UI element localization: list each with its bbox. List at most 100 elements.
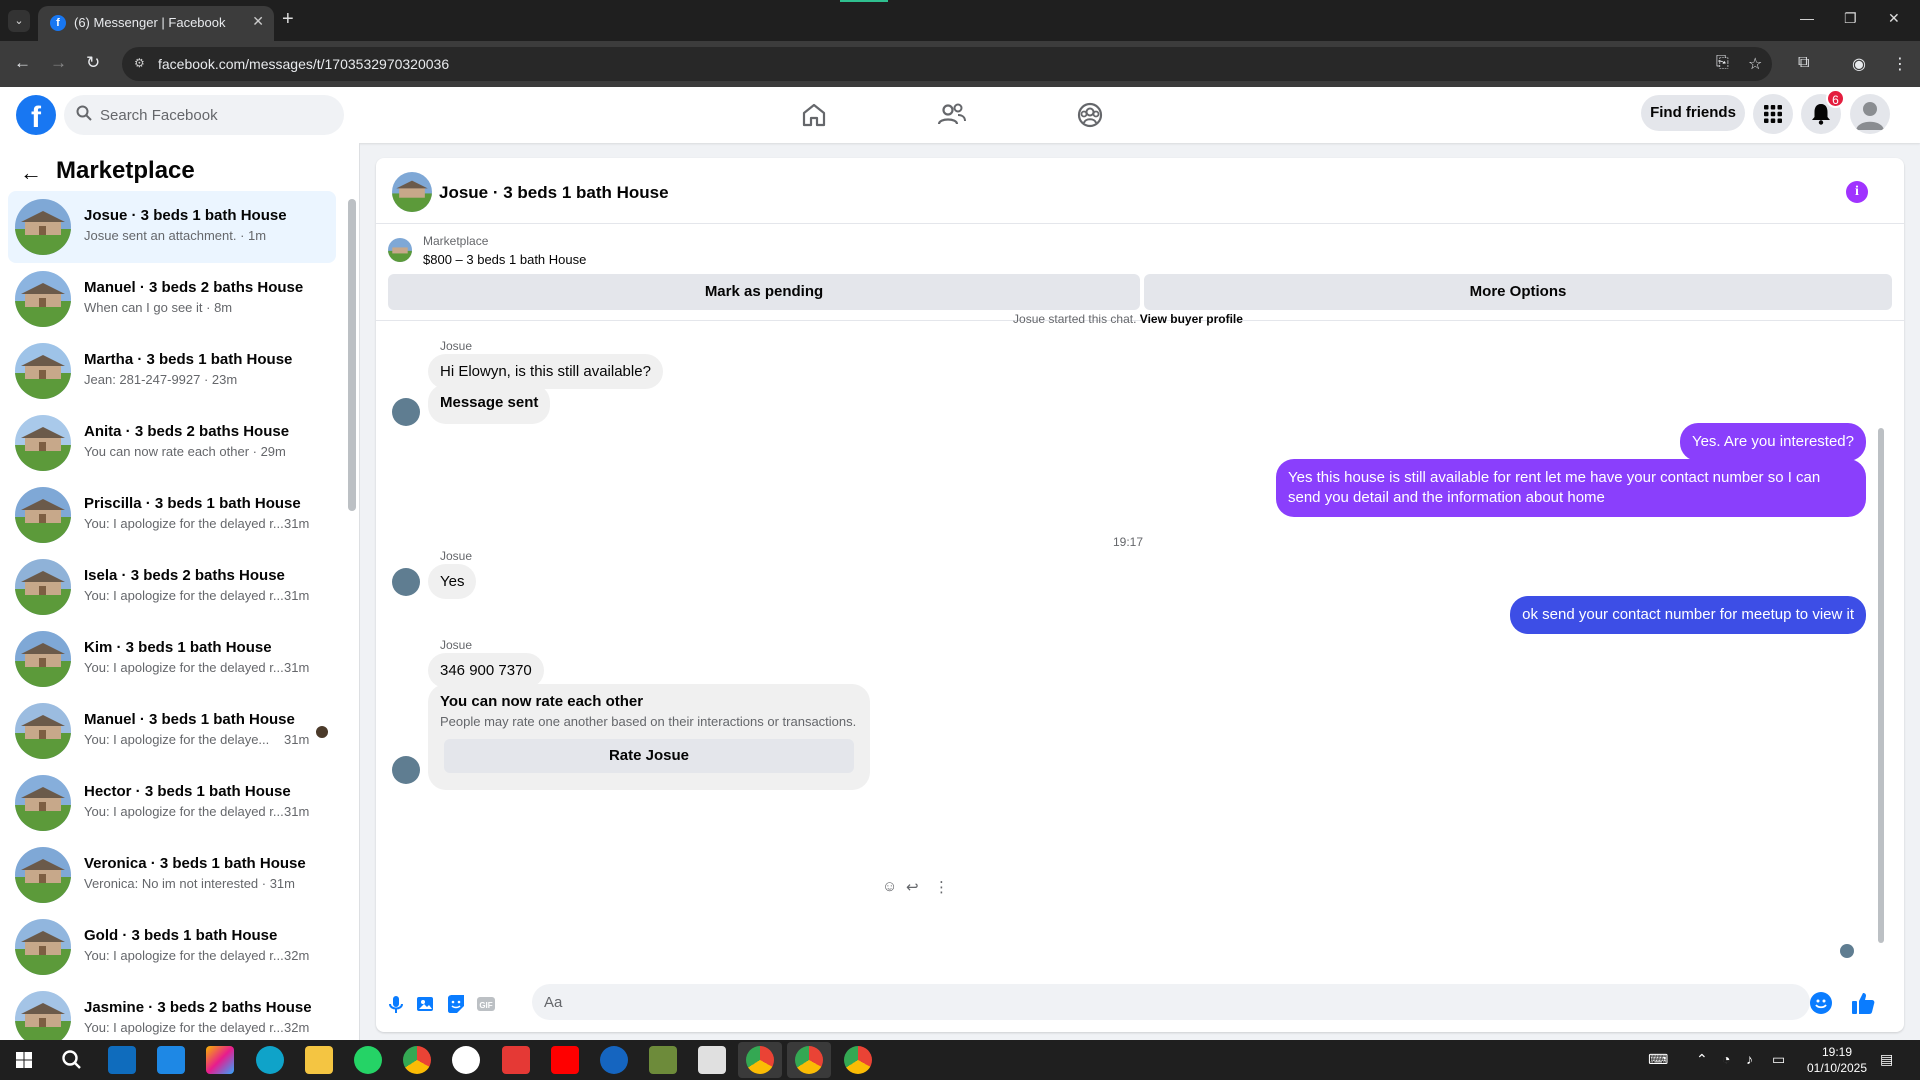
- outgoing-message[interactable]: Yes. Are you interested?: [1679, 423, 1866, 461]
- search-input[interactable]: [100, 95, 330, 135]
- outgoing-message[interactable]: ok send your contact number for meetup t…: [1510, 596, 1866, 634]
- chrome-profile-icon[interactable]: [746, 1046, 774, 1074]
- microsoft-store-icon[interactable]: [157, 1046, 185, 1074]
- view-buyer-profile-link[interactable]: View buyer profile: [1140, 312, 1243, 326]
- sidebar-scrollbar[interactable]: [348, 171, 356, 1031]
- info-icon[interactable]: i: [1846, 181, 1868, 203]
- url-text[interactable]: facebook.com/messages/t/1703532970320036: [158, 56, 449, 72]
- message-sent-bubble[interactable]: Message sent: [428, 384, 551, 424]
- wifi-icon[interactable]: ◔: [1722, 1051, 1730, 1067]
- conversation-item[interactable]: Josue · 3 beds 1 bath House Josue sent an…: [8, 191, 336, 263]
- omnibox[interactable]: ⚙ facebook.com/messages/t/17035329703200…: [122, 47, 1772, 81]
- anydesk-icon[interactable]: [502, 1046, 530, 1074]
- windows-start-icon[interactable]: [10, 1046, 38, 1074]
- conversation-item[interactable]: Manuel · 3 beds 1 bath House You: I apolo…: [8, 695, 336, 767]
- battery-icon[interactable]: ▭: [1772, 1051, 1785, 1068]
- whatsapp-icon[interactable]: [354, 1046, 382, 1074]
- minecraft-icon[interactable]: [649, 1046, 677, 1074]
- conversation-item[interactable]: Veronica · 3 beds 1 bath House Veronica: …: [8, 839, 336, 911]
- message-input-box[interactable]: [532, 984, 1810, 1020]
- taskbar-clock[interactable]: 19:19 01/10/2025: [1802, 1044, 1872, 1076]
- listing-price-title[interactable]: $800 – 3 beds 1 bath House: [423, 252, 586, 267]
- profile-icon[interactable]: ◉: [1852, 54, 1866, 74]
- install-app-icon[interactable]: ⎘: [1716, 54, 1729, 72]
- window-accent: [840, 0, 888, 2]
- home-icon[interactable]: [798, 99, 830, 131]
- conversation-item[interactable]: Priscilla · 3 beds 1 bath House You: I ap…: [8, 479, 336, 551]
- new-tab-icon[interactable]: +: [282, 8, 294, 31]
- incoming-message[interactable]: Yes: [428, 564, 477, 599]
- notification-center-icon[interactable]: ▤: [1880, 1051, 1893, 1068]
- conversation-name: Jasmine · 3 beds 2 baths House: [84, 999, 312, 1016]
- more-actions-icon[interactable]: ⋮: [934, 878, 949, 896]
- reload-icon[interactable]: ↻: [86, 53, 100, 73]
- volume-icon[interactable]: ♪: [1746, 1051, 1753, 1067]
- outlook-icon[interactable]: [108, 1046, 136, 1074]
- incoming-message[interactable]: 346 900 7370: [428, 653, 544, 688]
- sidebar-scroll-thumb[interactable]: [348, 199, 356, 511]
- minimize-icon[interactable]: —: [1800, 10, 1814, 26]
- friends-icon[interactable]: [936, 99, 968, 131]
- copilot-icon[interactable]: [206, 1046, 234, 1074]
- gif-icon[interactable]: GIF: [476, 994, 496, 1014]
- reply-icon[interactable]: ↩: [906, 878, 919, 896]
- conversation-item[interactable]: Hector · 3 beds 1 bath House You: I apolo…: [8, 767, 336, 839]
- conversation-time: 32m: [284, 948, 310, 963]
- conversation-item[interactable]: Anita · 3 beds 2 baths House You can now …: [8, 407, 336, 479]
- rate-josue-button[interactable]: Rate Josue: [444, 739, 854, 773]
- bookmark-star-icon[interactable]: ☆: [1748, 54, 1762, 74]
- chrome-profile-icon[interactable]: [844, 1046, 872, 1074]
- extensions-icon[interactable]: ⧉: [1798, 54, 1809, 72]
- search-taskbar-icon[interactable]: [58, 1046, 86, 1074]
- conversation-item[interactable]: Isela · 3 beds 2 baths House You: I apolo…: [8, 551, 336, 623]
- more-options-button[interactable]: More Options: [1144, 274, 1892, 310]
- account-avatar[interactable]: [1850, 94, 1890, 134]
- sender-avatar[interactable]: [392, 398, 420, 426]
- listing-thumbnail[interactable]: [392, 172, 432, 212]
- window-close-icon[interactable]: ✕: [1888, 10, 1900, 27]
- chat-scroll-thumb[interactable]: [1878, 428, 1884, 943]
- conversation-item[interactable]: Gold · 3 beds 1 bath House You: I apologi…: [8, 911, 336, 983]
- back-icon[interactable]: ←: [14, 53, 31, 73]
- chat-scrollbar[interactable]: [1876, 328, 1886, 958]
- message-input[interactable]: [544, 984, 1744, 1020]
- listing-mini-thumbnail[interactable]: [388, 238, 412, 262]
- edge-icon[interactable]: [256, 1046, 284, 1074]
- find-friends-button[interactable]: Find friends: [1641, 95, 1745, 131]
- forward-icon[interactable]: →: [50, 53, 67, 73]
- groups-icon[interactable]: [1074, 99, 1106, 131]
- chat-title[interactable]: Josue · 3 beds 1 bath House: [439, 183, 669, 203]
- photo-icon[interactable]: [416, 994, 436, 1014]
- conversation-item[interactable]: Manuel · 3 beds 2 baths House When can I …: [8, 263, 336, 335]
- outgoing-message[interactable]: Yes this house is still available for re…: [1276, 459, 1866, 517]
- back-arrow-icon[interactable]: ←: [20, 160, 42, 186]
- react-emoji-icon[interactable]: ☺: [882, 878, 897, 895]
- mark-as-pending-button[interactable]: Mark as pending: [388, 274, 1140, 310]
- chrome-profile-icon[interactable]: [795, 1046, 823, 1074]
- facebook-logo-icon[interactable]: f: [16, 95, 56, 135]
- browser-tab[interactable]: f (6) Messenger | Facebook ✕: [38, 6, 274, 41]
- chrome-icon[interactable]: [403, 1046, 431, 1074]
- restore-icon[interactable]: ❐: [1844, 10, 1857, 27]
- microphone-icon[interactable]: [386, 994, 406, 1014]
- roblox-icon[interactable]: [698, 1046, 726, 1074]
- sticker-icon[interactable]: [446, 994, 466, 1014]
- sender-avatar[interactable]: [392, 756, 420, 784]
- tab-search-button[interactable]: ⌄: [8, 10, 30, 32]
- chrome-menu-icon[interactable]: ⋮: [1892, 54, 1908, 74]
- site-info-icon[interactable]: ⚙: [134, 56, 148, 70]
- emoji-icon[interactable]: [1810, 992, 1832, 1014]
- show-hidden-icons-icon[interactable]: ⌃: [1696, 1051, 1708, 1068]
- sender-avatar[interactable]: [392, 568, 420, 596]
- search-box[interactable]: [64, 95, 344, 135]
- youtube-icon[interactable]: [551, 1046, 579, 1074]
- openai-icon[interactable]: [452, 1046, 480, 1074]
- tab-close-icon[interactable]: ✕: [252, 13, 264, 30]
- menu-grid-button[interactable]: [1753, 94, 1793, 134]
- like-thumb-icon[interactable]: [1850, 990, 1876, 1016]
- file-explorer-icon[interactable]: [305, 1046, 333, 1074]
- conversation-item[interactable]: Martha · 3 beds 1 bath House Jean: 281-24…: [8, 335, 336, 407]
- keyboard-icon[interactable]: ⌨: [1648, 1051, 1668, 1068]
- app-icon[interactable]: [600, 1046, 628, 1074]
- conversation-item[interactable]: Kim · 3 beds 1 bath House You: I apologiz…: [8, 623, 336, 695]
